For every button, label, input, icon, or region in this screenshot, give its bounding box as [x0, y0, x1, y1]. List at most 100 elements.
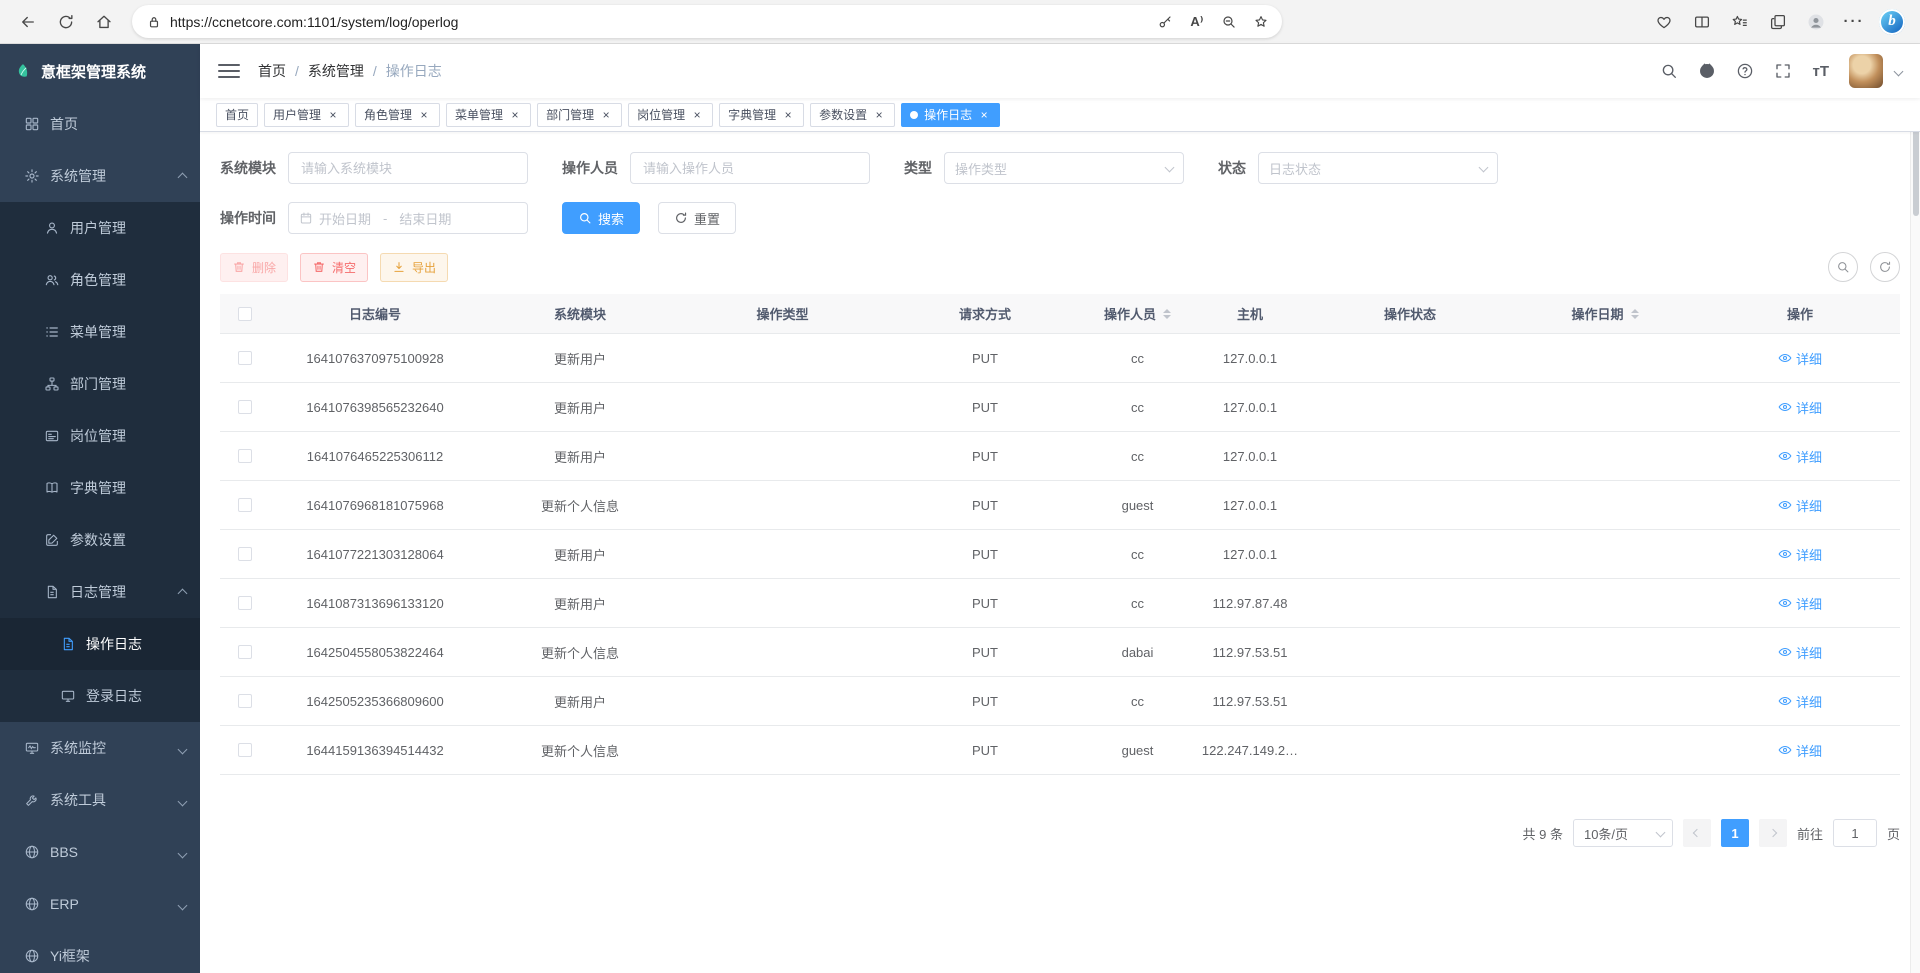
detail-link[interactable]: 详细 — [1778, 447, 1822, 466]
sidebar-item-yi-framework[interactable]: Yi框架 — [0, 930, 200, 973]
add-favorite-star-icon[interactable] — [1246, 8, 1276, 36]
help-icon[interactable] — [1736, 62, 1754, 80]
search-button[interactable]: 搜索 — [562, 202, 640, 234]
breadcrumb-home[interactable]: 首页 — [258, 61, 286, 81]
detail-link[interactable]: 详细 — [1778, 643, 1822, 662]
sidebar-item-log-mgmt[interactable]: 日志管理 — [0, 566, 200, 618]
tab-close-icon[interactable] — [690, 108, 704, 122]
row-checkbox[interactable] — [238, 547, 252, 561]
prev-page-button[interactable] — [1683, 819, 1711, 847]
sidebar-item-user-mgmt[interactable]: 用户管理 — [0, 202, 200, 254]
date-range-picker[interactable]: 开始日期 - 结束日期 — [288, 202, 528, 234]
view-tab[interactable]: 部门管理 — [537, 103, 622, 127]
row-checkbox[interactable] — [238, 596, 252, 610]
sort-caret-icon[interactable] — [1631, 305, 1639, 323]
tab-close-icon[interactable] — [599, 108, 613, 122]
col-date[interactable]: 操作日期 — [1510, 304, 1700, 323]
view-tab[interactable]: 操作日志 — [901, 103, 1000, 127]
view-tab[interactable]: 菜单管理 — [446, 103, 531, 127]
browser-more-icon[interactable] — [1836, 4, 1872, 40]
sidebar-item-role-mgmt[interactable]: 角色管理 — [0, 254, 200, 306]
export-button[interactable]: 导出 — [380, 253, 448, 282]
sidebar-item-bbs[interactable]: BBS — [0, 826, 200, 878]
row-checkbox[interactable] — [238, 449, 252, 463]
sidebar-item-home[interactable]: 首页 — [0, 98, 200, 150]
view-tab[interactable]: 角色管理 — [355, 103, 440, 127]
sidebar-item-system-mgmt[interactable]: 系统管理 — [0, 150, 200, 202]
detail-link[interactable]: 详细 — [1778, 398, 1822, 417]
browser-back-button[interactable] — [10, 4, 46, 40]
sidebar-item-dict-mgmt[interactable]: 字典管理 — [0, 462, 200, 514]
page-scrollbar[interactable] — [1910, 44, 1920, 973]
detail-link[interactable]: 详细 — [1778, 692, 1822, 711]
sidebar-item-menu-mgmt[interactable]: 菜单管理 — [0, 306, 200, 358]
tab-close-icon[interactable] — [977, 108, 991, 122]
view-tab[interactable]: 字典管理 — [719, 103, 804, 127]
sidebar-item-param-settings[interactable]: 参数设置 — [0, 514, 200, 566]
clear-button[interactable]: 清空 — [300, 253, 368, 282]
sidebar-item-sys-tools[interactable]: 系统工具 — [0, 774, 200, 826]
delete-button[interactable]: 删除 — [220, 253, 288, 282]
sidebar-toggle-icon[interactable] — [218, 64, 240, 78]
copilot-icon[interactable] — [1874, 4, 1910, 40]
reset-button[interactable]: 重置 — [658, 202, 736, 234]
chevron-down-icon[interactable] — [1895, 62, 1902, 80]
tab-close-icon[interactable] — [781, 108, 795, 122]
row-checkbox[interactable] — [238, 351, 252, 365]
read-aloud-icon[interactable] — [1182, 8, 1212, 36]
detail-link[interactable]: 详细 — [1778, 349, 1822, 368]
browser-profile-icon[interactable] — [1798, 4, 1834, 40]
browser-essentials-icon[interactable] — [1646, 4, 1682, 40]
browser-refresh-button[interactable] — [48, 4, 84, 40]
sidebar-item-dept-mgmt[interactable]: 部门管理 — [0, 358, 200, 410]
detail-link[interactable]: 详细 — [1778, 496, 1822, 515]
toggle-search-button[interactable] — [1828, 252, 1858, 282]
goto-page-input[interactable] — [1833, 819, 1877, 847]
row-checkbox[interactable] — [238, 645, 252, 659]
row-checkbox[interactable] — [238, 400, 252, 414]
tab-close-icon[interactable] — [417, 108, 431, 122]
module-input[interactable] — [288, 152, 528, 184]
password-key-icon[interactable] — [1150, 8, 1180, 36]
next-page-button[interactable] — [1759, 819, 1787, 847]
collections-icon[interactable] — [1760, 4, 1796, 40]
detail-link[interactable]: 详细 — [1778, 741, 1822, 760]
select-all-checkbox[interactable] — [238, 307, 252, 321]
tab-close-icon[interactable] — [326, 108, 340, 122]
sort-caret-icon[interactable] — [1163, 305, 1171, 323]
page-button-1[interactable]: 1 — [1721, 819, 1749, 847]
sidebar-item-login-log[interactable]: 登录日志 — [0, 670, 200, 722]
zoom-icon[interactable] — [1214, 8, 1244, 36]
tab-close-icon[interactable] — [508, 108, 522, 122]
fullscreen-icon[interactable] — [1774, 62, 1792, 80]
view-tab[interactable]: 用户管理 — [264, 103, 349, 127]
sidebar-item-oper-log[interactable]: 操作日志 — [0, 618, 200, 670]
row-checkbox[interactable] — [238, 743, 252, 757]
type-select[interactable]: 操作类型 — [944, 152, 1184, 184]
header-search-icon[interactable] — [1660, 62, 1678, 80]
status-select[interactable]: 日志状态 — [1258, 152, 1498, 184]
browser-home-button[interactable] — [86, 4, 122, 40]
col-operator[interactable]: 操作人员 — [1085, 304, 1190, 323]
user-avatar[interactable] — [1849, 54, 1883, 88]
breadcrumb-system-mgmt[interactable]: 系统管理 — [308, 61, 364, 81]
split-screen-icon[interactable] — [1684, 4, 1720, 40]
detail-link[interactable]: 详细 — [1778, 594, 1822, 613]
refresh-table-button[interactable] — [1870, 252, 1900, 282]
sidebar-item-post-mgmt[interactable]: 岗位管理 — [0, 410, 200, 462]
url-bar[interactable]: https://ccnetcore.com:1101/system/log/op… — [132, 5, 1282, 38]
view-tab[interactable]: 首页 — [216, 103, 258, 127]
row-checkbox[interactable] — [238, 694, 252, 708]
operator-input[interactable] — [630, 152, 870, 184]
font-size-icon[interactable] — [1812, 63, 1829, 80]
detail-link[interactable]: 详细 — [1778, 545, 1822, 564]
tab-close-icon[interactable] — [872, 108, 886, 122]
favorites-icon[interactable] — [1722, 4, 1758, 40]
github-icon[interactable] — [1698, 62, 1716, 80]
view-tab[interactable]: 岗位管理 — [628, 103, 713, 127]
sidebar-item-sys-monitor[interactable]: 系统监控 — [0, 722, 200, 774]
sidebar-item-erp[interactable]: ERP — [0, 878, 200, 930]
row-checkbox[interactable] — [238, 498, 252, 512]
page-size-select[interactable]: 10条/页 — [1573, 819, 1673, 847]
view-tab[interactable]: 参数设置 — [810, 103, 895, 127]
